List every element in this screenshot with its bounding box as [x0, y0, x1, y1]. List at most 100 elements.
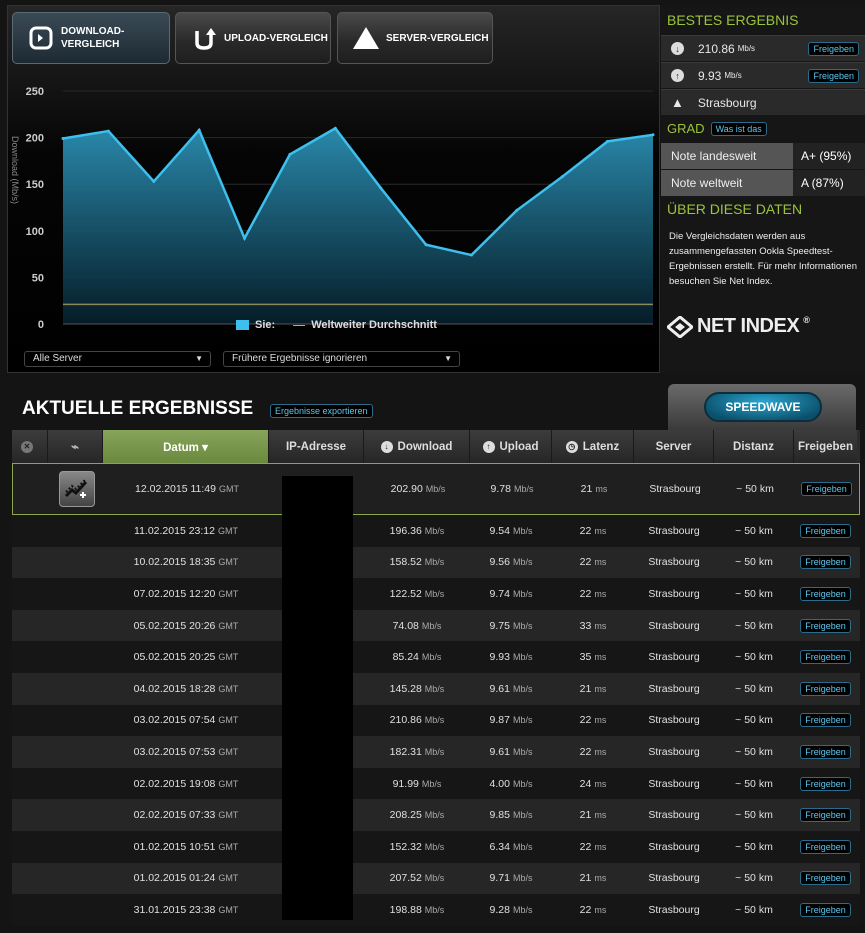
table-row[interactable]: 04.02.2015 18:28 GMT 145.28 Mb/s 9.61 Mb/s … — [12, 672, 860, 705]
latency-value: 22 — [579, 556, 592, 569]
download-unit: Mb/s — [425, 484, 446, 494]
latency-value: 22 — [579, 840, 592, 853]
upload-cell: 6.34 Mb/s — [470, 831, 552, 863]
delete-cell — [12, 736, 48, 768]
export-results-button[interactable]: Ergebnisse exportieren — [270, 404, 373, 418]
net-index-logo[interactable]: NET INDEX ® — [667, 315, 810, 338]
table-row[interactable]: 01.02.2015 10:51 GMT 152.32 Mb/s 6.34 Mb/s … — [12, 830, 860, 863]
table-row[interactable]: 11.02.2015 23:12 GMT 196.36 Mb/s 9.54 Mb/s … — [12, 515, 860, 547]
user-data-point[interactable] — [469, 253, 473, 257]
download-value: 198.88 — [389, 903, 422, 916]
best-upload-unit: Mb/s — [724, 71, 742, 80]
share-button[interactable]: Freigeben — [800, 586, 851, 601]
share-button[interactable]: Freigeben — [800, 681, 851, 696]
user-data-point[interactable] — [606, 139, 610, 143]
upload-cell: 9.78 Mb/s — [471, 464, 553, 514]
date-cell: 10.02.2015 18:35 GMT — [103, 547, 269, 579]
server-triangle-icon: ▲ — [671, 95, 684, 110]
table-row[interactable]: 03.02.2015 07:54 GMT 210.86 Mb/s 9.87 Mb/s … — [12, 704, 860, 737]
upload-value: 9.61 — [489, 682, 510, 695]
what-is-this-button[interactable]: Was ist das — [710, 121, 767, 136]
upload-cell: 4.00 Mb/s — [470, 768, 552, 800]
share-button[interactable]: Freigeben — [800, 618, 851, 633]
user-data-point[interactable] — [515, 208, 519, 212]
header-date-label: Datum ▾ — [163, 441, 208, 454]
column-header-latency[interactable]: ◷ Latenz — [552, 430, 634, 463]
download-chart: 250 200 150 100 50 0 Download (Mb/s) — [10, 86, 655, 331]
share-button[interactable]: Freigeben — [800, 871, 851, 886]
share-button[interactable]: Freigeben — [800, 744, 851, 759]
table-row[interactable]: 12.02.2015 11:49 GMT 202.90 Mb/s 9.78 Mb/s … — [12, 463, 860, 515]
share-best-upload-button[interactable]: Freigeben — [808, 68, 859, 83]
date-value: 02.02.2015 07:33 — [133, 809, 216, 822]
share-button[interactable]: Freigeben — [800, 713, 851, 728]
share-cell: Freigeben — [794, 547, 857, 579]
table-row[interactable]: 02.02.2015 07:33 GMT 208.25 Mb/s 9.85 Mb/s … — [12, 799, 860, 831]
download-cell: 152.32 Mb/s — [364, 831, 470, 863]
download-cell: 210.86 Mb/s — [364, 705, 470, 737]
share-button[interactable]: Freigeben — [801, 482, 852, 496]
share-button[interactable]: Freigeben — [800, 650, 851, 665]
download-cell: 202.90 Mb/s — [365, 464, 471, 514]
user-data-point[interactable] — [197, 128, 201, 132]
download-cell: 182.31 Mb/s — [364, 736, 470, 768]
delete-column-header[interactable]: ✕ — [12, 430, 48, 463]
server-filter-dropdown[interactable]: Alle Server ▼ — [24, 351, 211, 367]
download-cell: 208.25 Mb/s — [364, 799, 470, 831]
server-cell: Strasbourg — [648, 524, 700, 537]
user-data-point[interactable] — [424, 243, 428, 247]
table-row[interactable]: 31.01.2015 23:38 GMT 198.88 Mb/s 9.28 Mb/s … — [12, 894, 860, 926]
column-header-share[interactable]: Freigeben — [794, 430, 857, 463]
share-button[interactable]: Freigeben — [800, 839, 851, 854]
timezone-label: GMT — [217, 525, 238, 536]
share-button[interactable]: Freigeben — [800, 776, 851, 791]
user-data-point[interactable] — [288, 152, 292, 156]
distance-cell: ~ 50 km — [736, 483, 774, 495]
table-row[interactable]: 01.02.2015 01:24 GMT 207.52 Mb/s 9.71 Mb/s … — [12, 862, 860, 895]
table-row[interactable]: 05.02.2015 20:26 GMT 74.08 Mb/s 9.75 Mb/s 3… — [12, 609, 860, 642]
table-row[interactable]: 07.02.2015 12:20 GMT 122.52 Mb/s 9.74 Mb/s … — [12, 578, 860, 610]
tab-download-compare[interactable]: DOWNLOAD- VERGLEICH — [12, 12, 170, 64]
best-download-value: 210.86 — [698, 41, 735, 56]
share-column-header[interactable]: ⌁ — [48, 430, 103, 463]
user-data-point[interactable] — [106, 129, 110, 133]
date-cell: 02.02.2015 07:33 GMT — [103, 799, 269, 831]
share-button[interactable]: Freigeben — [800, 523, 851, 538]
thumbnail-cell — [48, 610, 103, 642]
column-header-server[interactable]: Server — [634, 430, 714, 463]
results-table: ✕ ⌁ Datum ▾ IP-Adresse ↓ Download ↑ Upload… — [12, 430, 860, 926]
user-data-point[interactable] — [152, 179, 156, 183]
speedwave-button[interactable]: SPEEDWAVE — [704, 392, 822, 422]
share-button[interactable]: Freigeben — [800, 808, 851, 823]
user-data-point[interactable] — [560, 175, 564, 179]
share-best-download-button[interactable]: Freigeben — [808, 41, 859, 56]
column-header-upload[interactable]: ↑ Upload — [470, 430, 552, 463]
user-data-point[interactable] — [61, 137, 65, 141]
tab-upload-compare[interactable]: UPLOAD-VERGLEICH — [175, 12, 331, 64]
upload-unit: Mb/s — [512, 683, 533, 694]
user-data-point[interactable] — [379, 186, 383, 190]
latency-value: 21 — [580, 483, 593, 495]
table-row[interactable]: 02.02.2015 19:08 GMT 91.99 Mb/s 4.00 Mb/s 2… — [12, 767, 860, 800]
column-header-distance[interactable]: Distanz — [714, 430, 794, 463]
user-data-point[interactable] — [243, 236, 247, 240]
date-value: 03.02.2015 07:54 — [133, 714, 216, 727]
share-button[interactable]: Freigeben — [800, 902, 851, 917]
distance-cell: ~ 50 km — [735, 682, 773, 695]
user-data-point[interactable] — [333, 126, 337, 130]
upload-unit: Mb/s — [512, 746, 533, 757]
column-header-download[interactable]: ↓ Download — [364, 430, 470, 463]
column-header-date[interactable]: Datum ▾ — [103, 430, 269, 463]
table-row[interactable]: 05.02.2015 20:25 GMT 85.24 Mb/s 9.93 Mb/s 3… — [12, 641, 860, 673]
previous-results-dropdown[interactable]: Frühere Ergebnisse ignorieren ▼ — [223, 351, 460, 367]
speed-graph-icon[interactable] — [58, 471, 95, 507]
table-row[interactable]: 10.02.2015 18:35 GMT 158.52 Mb/s 9.56 Mb/s … — [12, 546, 860, 579]
table-row[interactable]: 03.02.2015 07:53 GMT 182.31 Mb/s 9.61 Mb/s … — [12, 736, 860, 768]
column-header-ip[interactable]: IP-Adresse — [269, 430, 364, 463]
speedtest-page: DOWNLOAD- VERGLEICH UPLOAD-VERGLEICH SER… — [0, 0, 865, 933]
share-button[interactable]: Freigeben — [800, 555, 851, 570]
grade-world-row: Note weltweit A (87%) — [661, 170, 865, 196]
tab-server-compare[interactable]: SERVER-VERGLEICH — [337, 12, 493, 64]
user-data-point[interactable] — [651, 133, 655, 137]
download-cell: 198.88 Mb/s — [364, 894, 470, 926]
